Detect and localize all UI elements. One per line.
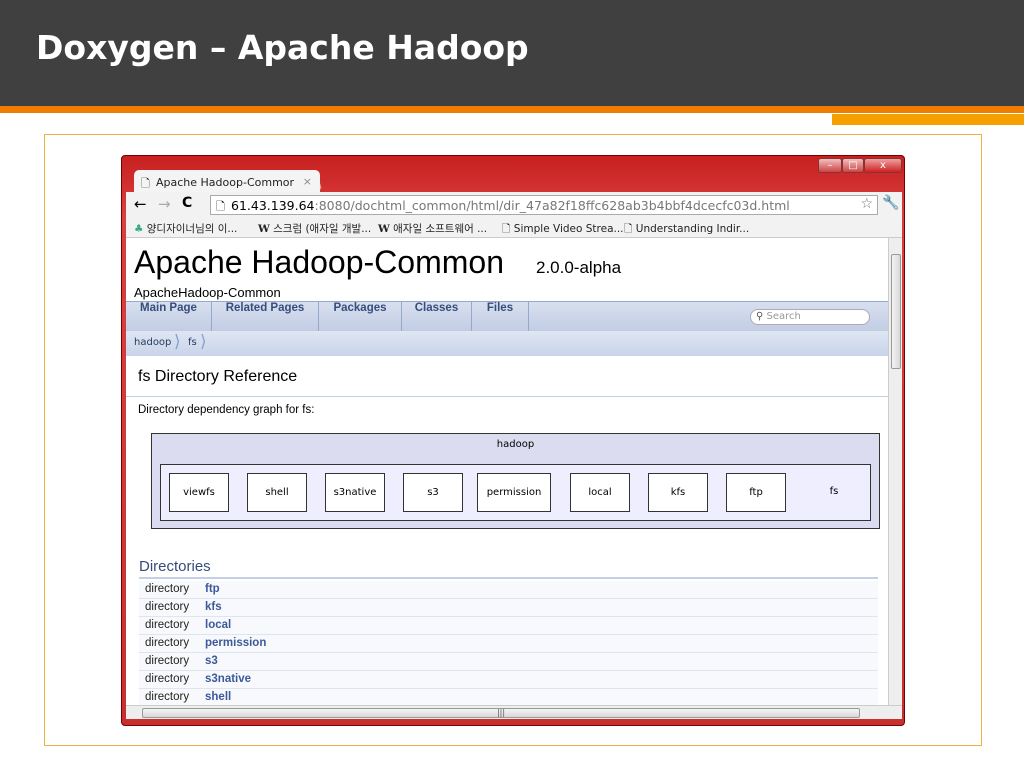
directories-heading: Directories [139, 558, 211, 575]
browser-tab[interactable]: 🗋 Apache Hadoop-Commor × [134, 170, 320, 194]
tab-main-page[interactable]: Main Page [126, 302, 212, 332]
chevron-right-icon: ⟩ [200, 332, 207, 352]
graph-node[interactable]: shell [247, 473, 307, 512]
divider [126, 396, 888, 397]
item-kind: directory [145, 655, 190, 667]
project-brief: ApacheHadoop-Common [134, 285, 281, 300]
list-item: directory kfs [139, 599, 878, 617]
graph-node[interactable]: s3native [325, 473, 385, 512]
reload-icon[interactable]: C [182, 195, 192, 211]
bookmark-label: 애자일 소프트웨어 ... [393, 223, 488, 235]
page-heading: fs Directory Reference [138, 368, 298, 385]
browser-toolbar: ← → C 🗋 61.43.139.64:8080/dochtml_common… [126, 192, 902, 218]
directory-link[interactable]: permission [205, 637, 266, 649]
item-kind: directory [145, 673, 190, 685]
project-version: 2.0.0-alpha [536, 258, 622, 277]
browser-window: – □ x 🗋 Apache Hadoop-Commor × ← → C 🗋 6… [121, 155, 905, 726]
directory-link[interactable]: local [205, 619, 231, 631]
page-icon: 🗋 [502, 223, 511, 235]
item-kind: directory [145, 637, 190, 649]
dependency-graph: hadoop viewfs shell s3native s3 permissi… [151, 433, 880, 529]
breadcrumb-fs[interactable]: fs [188, 337, 197, 348]
close-tab-icon[interactable]: × [303, 175, 312, 188]
list-item: directory s3native [139, 671, 878, 689]
search-icon: ⚲ [756, 311, 764, 322]
scrollbar-thumb[interactable]: ||| [142, 708, 860, 718]
graph-caption: Directory dependency graph for fs: [138, 404, 315, 416]
minimize-button[interactable]: – [818, 158, 842, 173]
breadcrumb-hadoop[interactable]: hadoop [134, 337, 171, 348]
graph-node[interactable]: s3 [403, 473, 463, 512]
directory-link[interactable]: shell [205, 691, 231, 703]
list-item: directory local [139, 617, 878, 635]
list-item: directory s3 [139, 653, 878, 671]
vertical-scrollbar[interactable] [888, 238, 902, 705]
bookmark-label: 스크럼 (애자일 개발... [273, 223, 372, 235]
wrench-icon[interactable]: 🔧 [882, 195, 899, 211]
bookmark-item[interactable]: W 스크럼 (애자일 개발... [258, 221, 371, 236]
bookmark-item[interactable]: 🗋 Understanding Indir... [624, 221, 749, 239]
directory-link[interactable]: s3native [205, 673, 251, 685]
back-icon[interactable]: ← [134, 195, 147, 213]
graph-cluster-fs: viewfs shell s3native s3 permission loca… [160, 464, 871, 521]
slide-title: Doxygen – Apache Hadoop [36, 28, 529, 67]
url-path: :8080/dochtml_common/html/dir_47a82f18ff… [314, 198, 790, 213]
tab-files[interactable]: Files [472, 302, 529, 332]
project-title: Apache Hadoop-Common [134, 244, 504, 280]
directory-link[interactable]: kfs [205, 601, 222, 613]
nav-bar: Main Page Related Pages Packages Classes… [126, 301, 888, 332]
list-item: directory ftp [139, 581, 878, 599]
accent-bar [0, 106, 1024, 113]
graph-node-current: fs [829, 486, 839, 497]
bookmark-item[interactable]: W 애자일 소프트웨어 ... [378, 221, 487, 236]
graph-node[interactable]: ftp [726, 473, 786, 512]
maximize-button[interactable]: □ [842, 158, 864, 173]
accent-bar-right [832, 114, 1024, 125]
bookmark-item[interactable]: 🗋 Simple Video Strea... [502, 221, 624, 239]
star-icon[interactable]: ☆ [860, 196, 873, 212]
graph-node[interactable]: permission [477, 473, 551, 512]
item-kind: directory [145, 601, 190, 613]
page-icon: 🗋 [624, 223, 633, 235]
list-item: directory shell [139, 689, 878, 705]
page-content: Apache Hadoop-Common 2.0.0-alpha ApacheH… [126, 238, 888, 705]
address-bar[interactable]: 🗋 61.43.139.64:8080/dochtml_common/html/… [210, 195, 878, 215]
forward-icon[interactable]: → [158, 195, 171, 213]
directory-link[interactable]: ftp [205, 583, 220, 595]
bookmark-item[interactable]: ♣ 양디자이너님의 이... [134, 221, 237, 236]
bookmark-label: Understanding Indir... [635, 223, 750, 235]
bookmark-label: Simple Video Strea... [513, 223, 624, 235]
graph-node[interactable]: kfs [648, 473, 708, 512]
person-icon: ♣ [134, 223, 144, 235]
scrollbar-thumb[interactable] [891, 254, 901, 369]
list-item: directory permission [139, 635, 878, 653]
bookmarks-bar: ♣ 양디자이너님의 이... W 스크럼 (애자일 개발... W 애자일 소프… [126, 218, 902, 238]
wikipedia-icon: W [258, 223, 270, 235]
breadcrumb: hadoop ⟩ fs ⟩ [126, 331, 888, 356]
graph-cluster-hadoop[interactable]: hadoop [152, 439, 879, 450]
item-kind: directory [145, 619, 190, 631]
tab-related-pages[interactable]: Related Pages [212, 302, 319, 332]
bookmark-label: 양디자이너님의 이... [146, 223, 238, 235]
slide-header: Doxygen – Apache Hadoop [0, 0, 1024, 106]
horizontal-scrollbar[interactable]: ||| [126, 705, 902, 719]
item-kind: directory [145, 583, 190, 595]
url-host: 61.43.139.64 [231, 198, 315, 213]
page-icon: 🗋 [216, 200, 225, 213]
search-placeholder: Search [766, 311, 801, 322]
wikipedia-icon: W [378, 223, 390, 235]
graph-node[interactable]: viewfs [169, 473, 229, 512]
graph-node[interactable]: local [570, 473, 630, 512]
search-input[interactable]: ⚲ Search [750, 309, 870, 325]
tab-packages[interactable]: Packages [319, 302, 402, 332]
tab-classes[interactable]: Classes [402, 302, 472, 332]
directory-link[interactable]: s3 [205, 655, 218, 667]
tab-title: Apache Hadoop-Commor [156, 176, 295, 189]
chevron-right-icon: ⟩ [174, 332, 181, 352]
item-kind: directory [145, 691, 190, 703]
divider [139, 577, 878, 579]
close-window-button[interactable]: x [864, 158, 902, 173]
